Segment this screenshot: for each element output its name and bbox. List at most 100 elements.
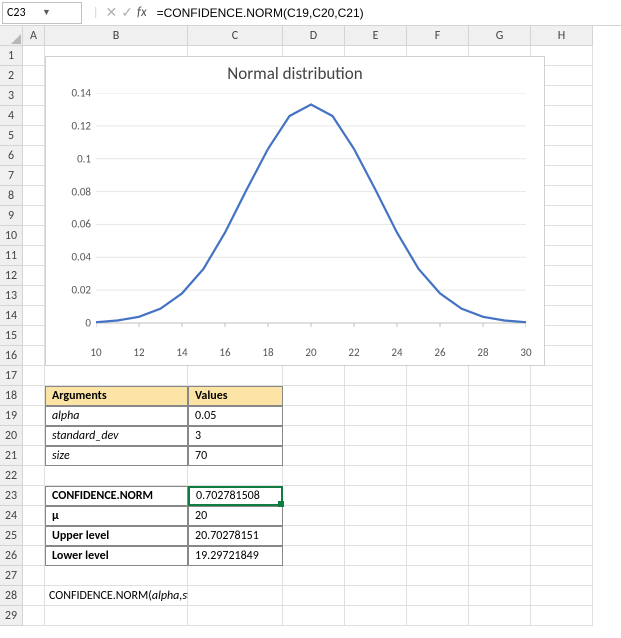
cell[interactable] [407,506,469,526]
cell[interactable] [23,46,45,66]
cell[interactable] [469,526,531,546]
cell[interactable] [469,586,531,606]
row-header[interactable]: 2 [0,66,23,86]
cell[interactable] [23,206,45,226]
cell[interactable] [531,566,593,586]
cell[interactable] [283,566,345,586]
cell[interactable] [45,466,188,486]
row-header[interactable]: 14 [0,306,23,326]
cell[interactable] [345,526,407,546]
cell[interactable] [23,326,45,346]
row-header[interactable]: 20 [0,426,23,446]
cell[interactable] [23,386,45,406]
cell[interactable] [531,426,593,446]
row-header[interactable]: 1 [0,46,23,66]
fx-icon[interactable]: fx [137,5,147,20]
cell[interactable] [23,446,45,466]
cell[interactable] [531,506,593,526]
cell[interactable] [45,566,188,586]
cell[interactable] [23,566,45,586]
cell[interactable] [531,406,593,426]
cell[interactable] [407,446,469,466]
cell[interactable] [345,386,407,406]
cell[interactable] [469,546,531,566]
cell[interactable] [45,366,188,386]
cell[interactable] [407,526,469,546]
table-result-label[interactable]: Lower level [45,546,188,566]
column-header[interactable]: B [45,26,188,46]
cell[interactable] [283,366,345,386]
row-header[interactable]: 24 [0,506,23,526]
selected-cell[interactable]: 0.702781508 [188,486,283,506]
cell[interactable] [23,226,45,246]
cell[interactable] [23,126,45,146]
table-result-label[interactable]: CONFIDENCE.NORM [45,486,188,506]
cell[interactable] [407,426,469,446]
cell[interactable] [23,66,45,86]
cell[interactable] [469,426,531,446]
cell[interactable] [188,606,283,626]
select-all-corner[interactable] [0,26,23,46]
cell[interactable] [283,466,345,486]
table-result-value[interactable]: 20 [188,506,283,526]
syntax-hint[interactable]: CONFIDENCE.NORM(alpha,standard_dev,size) [45,586,188,606]
row-header[interactable]: 22 [0,466,23,486]
cell[interactable] [407,406,469,426]
cell[interactable] [23,146,45,166]
cell[interactable] [23,306,45,326]
cell[interactable] [23,426,45,446]
cell[interactable] [23,186,45,206]
row-header[interactable]: 12 [0,266,23,286]
cell[interactable] [23,366,45,386]
cell[interactable] [23,106,45,126]
cell[interactable] [23,266,45,286]
table-argument-value[interactable]: 70 [188,446,283,466]
table-argument-label[interactable]: size [45,446,188,466]
row-header[interactable]: 28 [0,586,23,606]
cell[interactable] [407,386,469,406]
cell[interactable] [188,566,283,586]
cell[interactable] [188,586,283,606]
cell[interactable] [469,366,531,386]
row-header[interactable]: 8 [0,186,23,206]
row-header[interactable]: 21 [0,446,23,466]
cell[interactable] [45,606,188,626]
column-header[interactable]: F [407,26,469,46]
row-header[interactable]: 23 [0,486,23,506]
cell[interactable] [469,606,531,626]
cell[interactable] [188,366,283,386]
cell[interactable] [345,606,407,626]
cell[interactable] [345,546,407,566]
cell[interactable] [23,486,45,506]
cell[interactable] [407,566,469,586]
cell[interactable] [469,406,531,426]
column-header[interactable]: H [531,26,593,46]
cell[interactable] [345,566,407,586]
cell[interactable] [283,406,345,426]
row-header[interactable]: 15 [0,326,23,346]
cell[interactable] [531,466,593,486]
row-header[interactable]: 19 [0,406,23,426]
table-result-label[interactable]: Upper level [45,526,188,546]
cell[interactable] [23,86,45,106]
cell[interactable] [283,486,345,506]
cell[interactable] [283,546,345,566]
formula-input[interactable] [157,6,621,20]
cell[interactable] [345,506,407,526]
column-header[interactable]: C [188,26,283,46]
table-argument-value[interactable]: 0.05 [188,406,283,426]
cell[interactable] [283,506,345,526]
row-header[interactable]: 27 [0,566,23,586]
cell[interactable] [469,446,531,466]
table-argument-label[interactable]: standard_dev [45,426,188,446]
cancel-icon[interactable]: ✕ [106,4,118,21]
row-header[interactable]: 26 [0,546,23,566]
cell[interactable] [531,386,593,406]
cell[interactable] [531,486,593,506]
table-result-value[interactable]: 19.29721849 [188,546,283,566]
check-icon[interactable]: ✓ [121,4,133,21]
cell[interactable] [345,586,407,606]
name-box[interactable]: C23 ▼ [2,2,82,24]
cell[interactable] [345,426,407,446]
column-header[interactable]: D [283,26,345,46]
